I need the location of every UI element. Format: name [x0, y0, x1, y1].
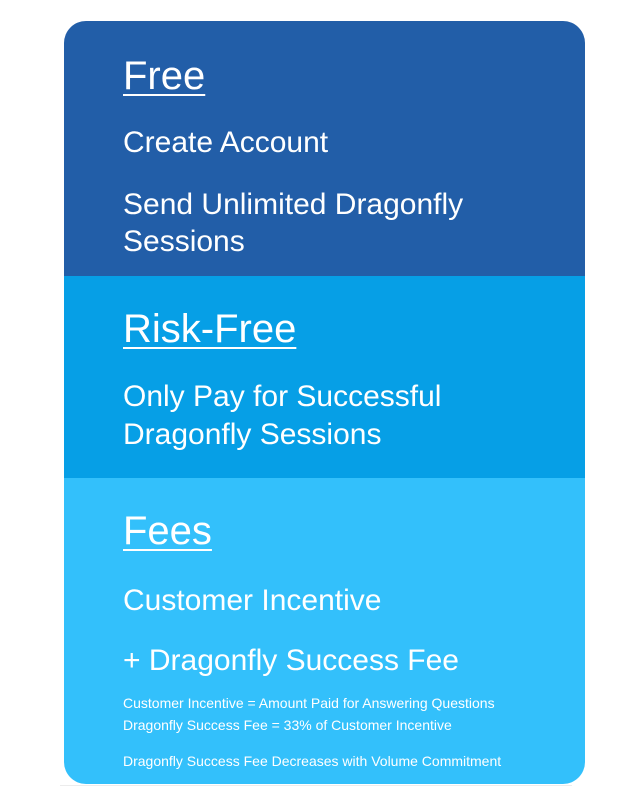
volume-commitment-note: Dragonfly Success Fee Decreases with Vol…: [123, 753, 502, 769]
create-account-text: Create Account: [123, 126, 329, 159]
free-section: Free Create Account Send Unlimited Drago…: [64, 21, 585, 276]
free-heading: Free: [123, 54, 206, 98]
customer-incentive-text: Customer Incentive: [123, 584, 382, 617]
fees-heading: Fees: [123, 509, 212, 553]
risk-free-section: Risk-Free Only Pay for Successful Dragon…: [64, 276, 585, 478]
divider-line: [60, 785, 572, 786]
risk-free-heading: Risk-Free: [123, 307, 297, 351]
pay-successful-text-line1: Only Pay for Successful: [123, 380, 442, 413]
success-fee-note: Dragonfly Success Fee = 33% of Customer …: [123, 717, 452, 733]
unlimited-sessions-text-line1: Send Unlimited Dragonfly: [123, 188, 464, 221]
unlimited-sessions-text-line2: Sessions: [123, 225, 245, 258]
pay-successful-text-line2: Dragonfly Sessions: [123, 418, 382, 451]
customer-incentive-note: Customer Incentive = Amount Paid for Ans…: [123, 695, 495, 711]
success-fee-text: + Dragonfly Success Fee: [123, 644, 459, 677]
pricing-card: Free Create Account Send Unlimited Drago…: [64, 21, 585, 784]
fees-section: Fees Customer Incentive + Dragonfly Succ…: [64, 478, 585, 784]
